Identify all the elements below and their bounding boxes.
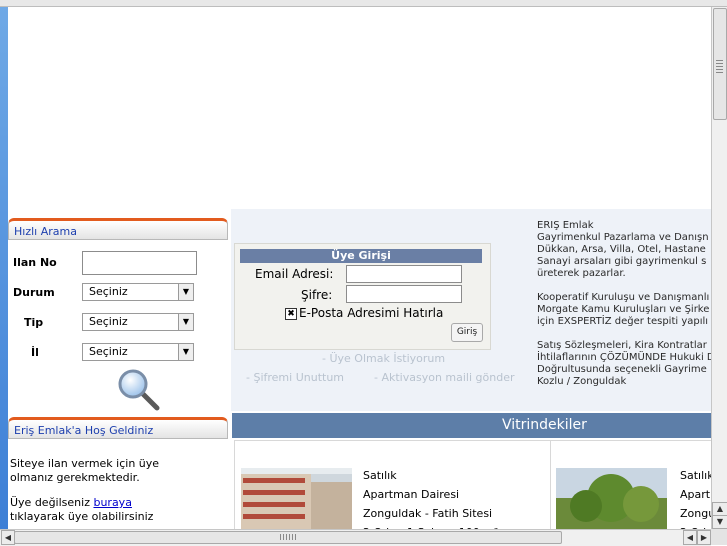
tip-select[interactable]: Seçiniz ▼	[82, 313, 194, 331]
showcase-title: Vitrindekiler	[502, 417, 587, 433]
register-link[interactable]: - Üye Olmak İstiyorum	[322, 352, 445, 365]
scrollbar-corner	[711, 529, 727, 545]
forgot-password-link[interactable]: - Şifremi Unuttum	[246, 371, 344, 384]
welcome-line: olmanız gerekmektedir.	[10, 471, 140, 484]
showcase-header: Vitrindekiler	[232, 413, 711, 438]
listing-photo[interactable]	[556, 468, 667, 529]
email-label: Email Adresi:	[255, 267, 334, 281]
welcome-header: Eriş Emlak'a Hoş Geldiniz	[8, 417, 228, 439]
il-select[interactable]: Seçiniz ▼	[82, 343, 194, 361]
welcome-line: Siteye ilan vermek için üye	[10, 457, 160, 470]
welcome-text: Siteye ilan vermek için üye olmanız gere…	[10, 457, 225, 524]
quick-search-title: Hızlı Arama	[14, 225, 77, 238]
quick-search-header: Hızlı Arama	[8, 218, 228, 240]
about-line: Kooperatif Kuruluşu ve Danışmanlı	[537, 292, 710, 303]
remember-checkbox[interactable]: ✖	[285, 308, 297, 320]
password-field[interactable]	[346, 285, 462, 303]
listing-photo[interactable]	[241, 468, 352, 529]
about-line: Doğrultusunda seçenekli Gayrime	[537, 364, 707, 375]
register-here-link[interactable]: buraya	[93, 496, 131, 509]
durum-label: Durum	[13, 286, 55, 299]
welcome-title: Eriş Emlak'a Hoş Geldiniz	[14, 424, 154, 437]
about-line: Satış Sözleşmeleri, Kira Kontratlar	[537, 340, 707, 351]
window-top-border	[0, 0, 727, 7]
welcome-line: Üye değilseniz	[10, 496, 94, 509]
ilan-no-input[interactable]	[82, 251, 197, 275]
durum-select[interactable]: Seçiniz ▼	[82, 283, 194, 301]
login-title: Üye Girişi	[240, 249, 482, 263]
il-select-value: Seçiniz	[89, 345, 128, 358]
chevron-down-icon: ▼	[178, 344, 193, 360]
remember-label: E-Posta Adresimi Hatırla	[299, 306, 444, 320]
listing-location: Zonguldak - Fatih Sitesi	[363, 507, 493, 520]
il-label: İl	[31, 346, 39, 359]
listing-location: Zongu	[680, 507, 711, 520]
scroll-left-button-end[interactable]: ◀	[683, 530, 697, 545]
scroll-down-button[interactable]: ▼	[712, 515, 727, 529]
welcome-line: tıklayarak üye olabilirsiniz	[10, 510, 154, 523]
about-line: Dükkan, Arsa, Villa, Otel, Hastane	[537, 244, 706, 255]
scroll-up-button[interactable]: ▲	[712, 502, 727, 516]
listing-status: Satılık	[680, 469, 711, 482]
about-text: ERİŞ Emlak Gayrimenkul Pazarlama ve Danı…	[537, 220, 711, 410]
scroll-left-button[interactable]: ◀	[1, 530, 15, 545]
tip-label: Tip	[24, 316, 44, 329]
grip-icon	[716, 60, 723, 74]
about-line: ERİŞ Emlak	[537, 220, 594, 231]
scroll-right-button[interactable]: ▶	[697, 530, 711, 545]
about-line: üreterek pazarlar.	[537, 268, 626, 279]
about-line: Sanayi arsaları gibi gayrimenkul s	[537, 256, 707, 267]
about-line: Morgate Kamu Kuruluşları ve Şirke	[537, 304, 710, 315]
chevron-down-icon: ▼	[178, 314, 193, 330]
password-label: Şifre:	[301, 288, 333, 302]
login-button[interactable]: Giriş	[451, 323, 483, 342]
listing-status: Satılık	[363, 469, 397, 482]
email-field[interactable]	[346, 265, 462, 283]
listing-type: Apartman Dairesi	[363, 488, 460, 501]
grip-icon	[280, 534, 296, 540]
search-icon[interactable]	[117, 368, 161, 412]
about-line: İhtilaflarının ÇÖZÜMÜNDE Hukuki D	[537, 352, 711, 363]
about-line: Kozlu / Zonguldak	[537, 376, 627, 387]
left-edge-stripe	[0, 7, 8, 529]
about-line: için EXSPERTİZ değer tespiti yapılı	[537, 316, 709, 327]
listing-type: Apartn	[680, 488, 711, 501]
about-line: Gayrimenkul Pazarlama ve Danışn	[537, 232, 709, 243]
activation-link[interactable]: - Aktivasyon maili gönder	[374, 371, 515, 384]
durum-select-value: Seçiniz	[89, 285, 128, 298]
chevron-down-icon: ▼	[178, 284, 193, 300]
ilan-no-label: Ilan No	[13, 256, 57, 269]
tip-select-value: Seçiniz	[89, 315, 128, 328]
